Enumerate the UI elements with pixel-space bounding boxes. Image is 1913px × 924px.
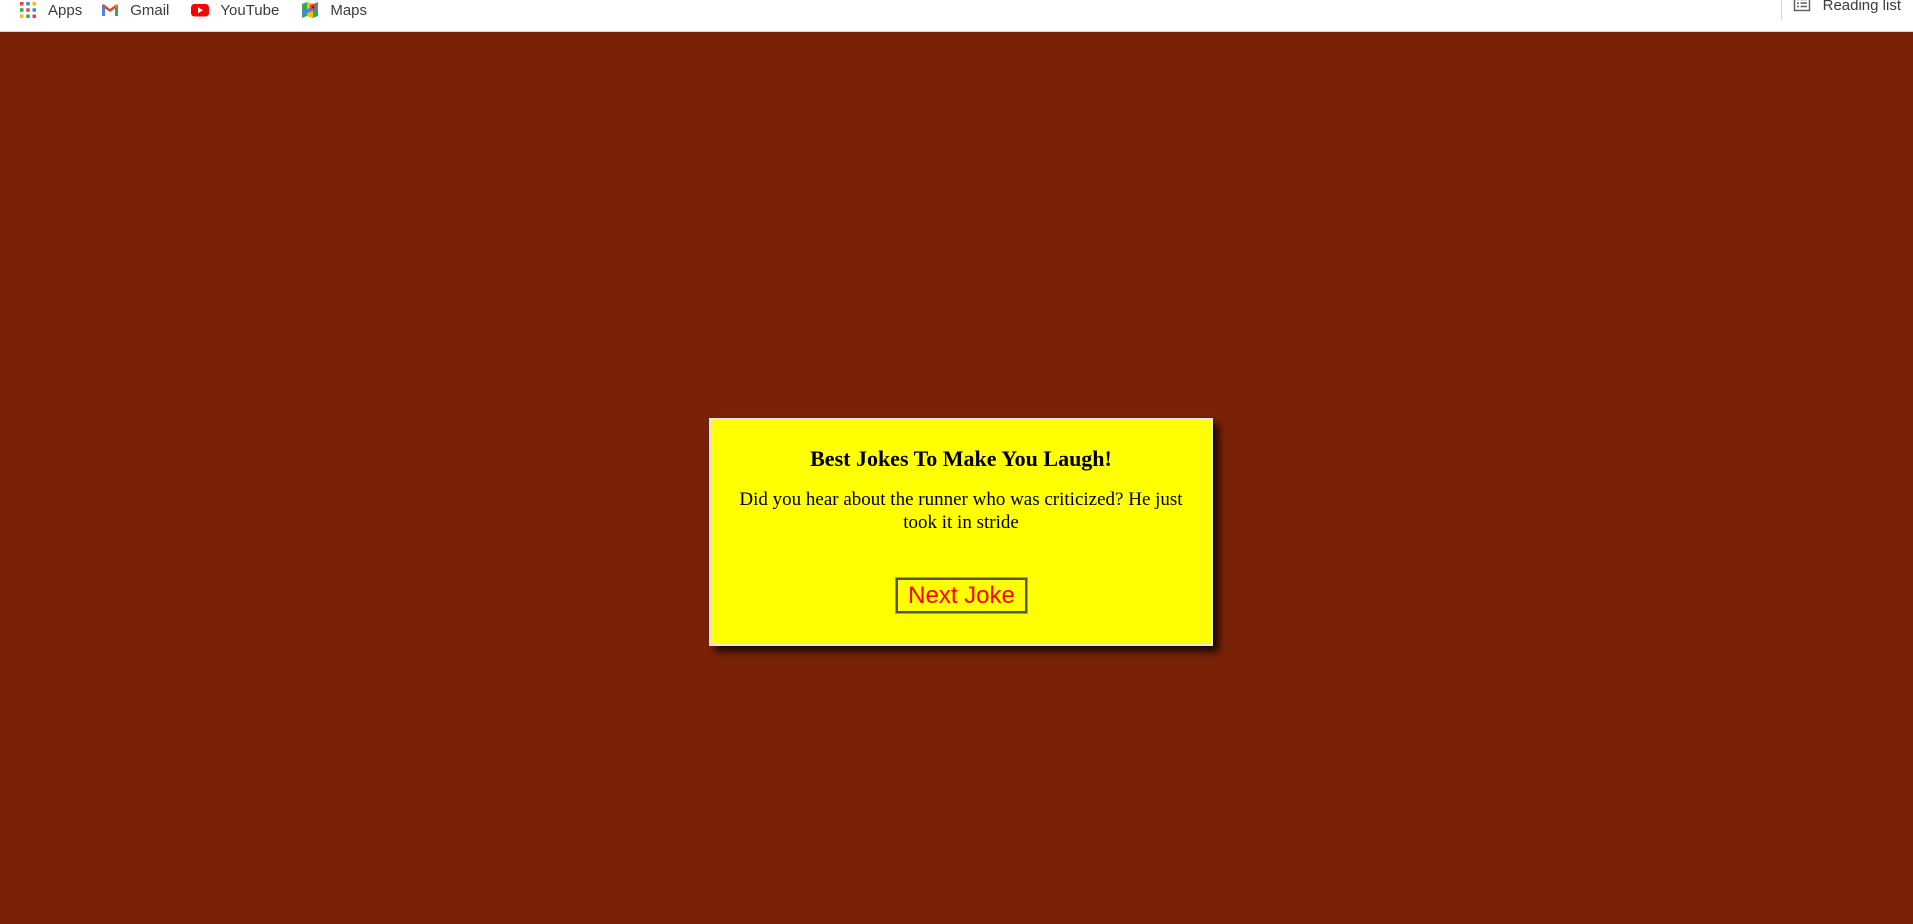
reading-list-divider bbox=[1781, 0, 1782, 20]
joke-card: Best Jokes To Make You Laugh! Did you he… bbox=[709, 418, 1213, 646]
youtube-icon bbox=[191, 1, 210, 19]
card-title: Best Jokes To Make You Laugh! bbox=[810, 446, 1112, 471]
reading-list-icon bbox=[1793, 0, 1811, 16]
bookmark-maps-label: Maps bbox=[330, 1, 368, 19]
bookmark-gmail-label: Gmail bbox=[130, 1, 170, 19]
bookmark-apps-label: Apps bbox=[48, 1, 83, 19]
bookmark-apps[interactable]: Apps bbox=[19, 0, 82, 26]
reading-list-button[interactable]: Reading list bbox=[1793, 0, 1901, 21]
bookmark-youtube-label: YouTube bbox=[220, 1, 280, 19]
gmail-icon bbox=[101, 1, 119, 19]
next-joke-button[interactable]: Next Joke bbox=[895, 577, 1028, 614]
bookmark-gmail[interactable]: Gmail bbox=[101, 0, 169, 26]
bookmark-maps[interactable]: Maps bbox=[301, 0, 367, 26]
bookmark-youtube[interactable]: YouTube bbox=[191, 0, 279, 26]
reading-list-label: Reading list bbox=[1822, 0, 1901, 14]
maps-icon bbox=[301, 1, 319, 19]
bookmarks-bar: Apps Gmail YouTube Maps Reading list bbox=[0, 0, 1913, 32]
apps-grid-icon bbox=[19, 1, 37, 19]
joke-text: Did you hear about the runner who was cr… bbox=[739, 489, 1183, 533]
